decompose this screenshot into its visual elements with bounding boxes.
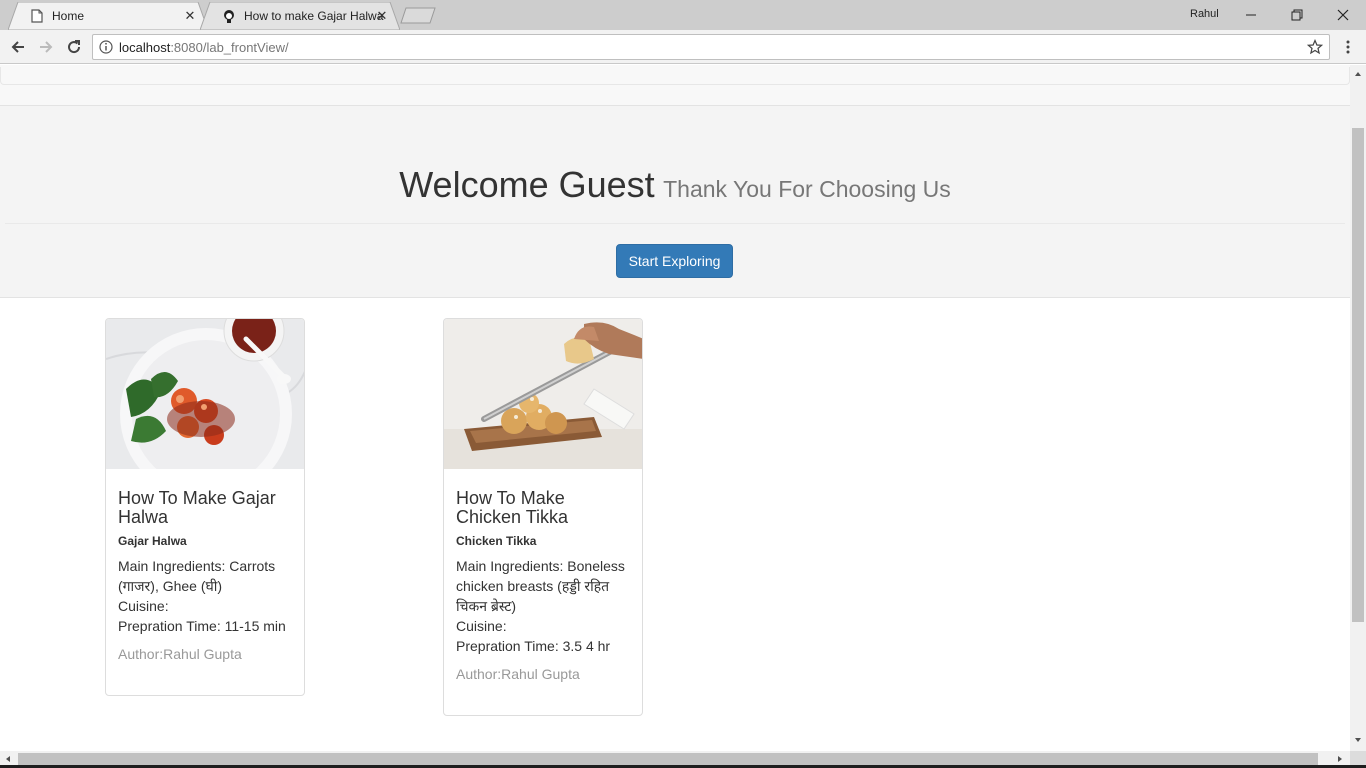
navbar bbox=[0, 65, 1350, 105]
chef-icon bbox=[222, 9, 236, 23]
start-exploring-button[interactable]: Start Exploring bbox=[616, 244, 733, 278]
back-button[interactable] bbox=[6, 35, 30, 59]
recipe-cuisine: Cuisine: bbox=[118, 598, 169, 614]
recipe-card[interactable]: How To Make Chicken Tikka Chicken Tikka … bbox=[443, 318, 643, 716]
tab-title: How to make Gajar Halwa bbox=[244, 9, 384, 23]
welcome-jumbotron: Welcome Guest Thank You For Choosing Us … bbox=[0, 105, 1350, 298]
recipe-image-gajar-halwa[interactable] bbox=[106, 319, 305, 469]
forward-button[interactable] bbox=[34, 35, 58, 59]
tab-title: Home bbox=[52, 9, 85, 23]
tab-recipe[interactable]: How to make Gajar Halwa ✕ bbox=[200, 2, 400, 30]
profile-name[interactable]: Rahul bbox=[1190, 8, 1219, 20]
reload-icon bbox=[68, 40, 81, 54]
info-icon[interactable] bbox=[99, 40, 113, 54]
recipe-name: Gajar Halwa bbox=[118, 534, 187, 548]
navbar-bottom bbox=[0, 67, 1350, 85]
recipe-name: Chicken Tikka bbox=[456, 534, 537, 548]
divider bbox=[5, 223, 1345, 224]
arrow-left-icon bbox=[11, 41, 24, 53]
recipe-image-chicken-tikka[interactable] bbox=[444, 319, 643, 469]
close-icon bbox=[1337, 9, 1349, 21]
url-text: localhost:8080/lab_frontView/ bbox=[119, 40, 289, 55]
more-menu-icon[interactable] bbox=[1340, 39, 1356, 55]
page-viewport: Welcome Guest Thank You For Choosing Us … bbox=[0, 65, 1350, 751]
reload-button[interactable] bbox=[62, 35, 86, 59]
url-path: :8080/lab_frontView/ bbox=[170, 40, 289, 55]
minimize-button[interactable] bbox=[1228, 0, 1274, 30]
recipe-cuisine: Cuisine: bbox=[456, 618, 507, 634]
recipe-title[interactable]: How To Make Chicken Tikka bbox=[456, 489, 630, 527]
tagline: Thank You For Choosing Us bbox=[663, 176, 951, 202]
page-title: Welcome Guest Thank You For Choosing Us bbox=[0, 164, 1350, 206]
scroll-right-icon[interactable] bbox=[1336, 755, 1344, 763]
scroll-up-icon[interactable] bbox=[1354, 70, 1362, 78]
recipe-card[interactable]: How To Make Gajar Halwa Gajar Halwa Main… bbox=[105, 318, 305, 696]
card-body: How To Make Chicken Tikka Chicken Tikka … bbox=[444, 469, 642, 683]
tab-home[interactable]: Home ✕ bbox=[8, 2, 208, 30]
recipe-details: Main Ingredients: Boneless chicken breas… bbox=[456, 556, 630, 656]
recipe-author: Author:Rahul Gupta bbox=[118, 646, 242, 662]
new-tab-button[interactable] bbox=[400, 7, 436, 24]
recipe-ingredients: Main Ingredients: Carrots (गाजर), Ghee (… bbox=[118, 558, 276, 594]
scroll-down-icon[interactable] bbox=[1354, 736, 1362, 744]
recipe-title[interactable]: How To Make Gajar Halwa bbox=[118, 489, 292, 527]
minimize-icon bbox=[1246, 14, 1256, 16]
browser-toolbar: localhost:8080/lab_frontView/ bbox=[0, 30, 1366, 64]
close-icon[interactable]: ✕ bbox=[182, 8, 198, 24]
vertical-scroll-thumb[interactable] bbox=[1352, 128, 1364, 622]
arrow-right-icon bbox=[40, 41, 53, 53]
restore-button[interactable] bbox=[1274, 0, 1320, 30]
recipe-time: Prepration Time: 3.5 4 hr bbox=[456, 638, 611, 654]
window-close-button[interactable] bbox=[1320, 0, 1366, 30]
recipe-details: Main Ingredients: Carrots (गाजर), Ghee (… bbox=[118, 556, 292, 636]
address-bar[interactable]: localhost:8080/lab_frontView/ bbox=[92, 34, 1330, 60]
browser-title-bar: Home ✕ How to make Gajar Halwa ✕ Rahul bbox=[0, 0, 1366, 30]
page-icon bbox=[30, 9, 44, 23]
recipe-time: Prepration Time: 11-15 min bbox=[118, 618, 286, 634]
star-icon[interactable] bbox=[1307, 39, 1323, 55]
horizontal-scroll-thumb[interactable] bbox=[18, 753, 1318, 765]
url-host: localhost bbox=[119, 40, 171, 55]
scroll-left-icon[interactable] bbox=[4, 755, 12, 763]
close-icon[interactable]: ✕ bbox=[374, 8, 390, 24]
welcome-heading: Welcome Guest bbox=[399, 164, 655, 205]
recipe-ingredients: Main Ingredients: Boneless chicken breas… bbox=[456, 558, 625, 614]
card-body: How To Make Gajar Halwa Gajar Halwa Main… bbox=[106, 469, 304, 663]
restore-icon bbox=[1291, 9, 1303, 21]
recipe-author: Author:Rahul Gupta bbox=[456, 666, 580, 682]
